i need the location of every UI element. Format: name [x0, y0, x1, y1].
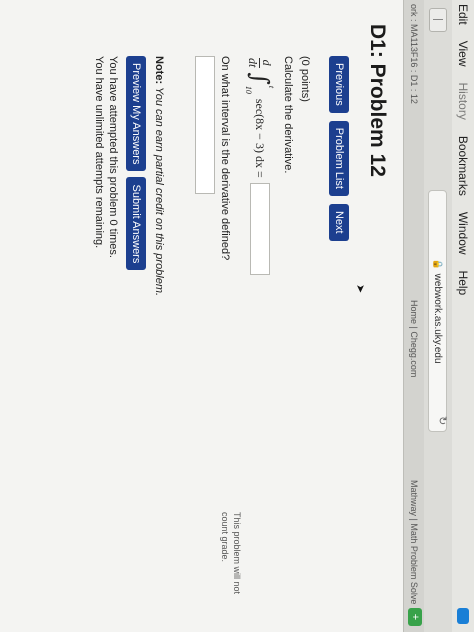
- status-icon[interactable]: [457, 608, 469, 624]
- reload-icon[interactable]: ↻: [436, 416, 449, 425]
- attempts-count: You have attempted this problem 0 times.: [107, 56, 119, 258]
- browser-toolbar: 🔒 webwork.as.uky.edu ↻: [423, 0, 452, 632]
- new-tab-icon[interactable]: +: [408, 608, 422, 626]
- cursor-icon: ➤: [354, 284, 366, 294]
- integral-sign: ∫: [246, 72, 274, 85]
- url-text: webwork.as.uky.edu: [432, 273, 443, 364]
- browser-window: Edit View History Bookmarks Window Help …: [0, 0, 474, 632]
- problem-body: (0 points) Calculate the derivative. d d…: [93, 56, 311, 486]
- menu-history[interactable]: History: [456, 82, 470, 119]
- tab-mathway[interactable]: Mathway | Math Problem Solve: [409, 480, 419, 604]
- previous-button[interactable]: Previous: [329, 56, 349, 113]
- problem-nav: Previous Problem List Next: [329, 56, 349, 241]
- answer-actions: Preview My Answers Submit Answers: [126, 56, 146, 271]
- instruction-text: Calculate the derivative.: [282, 56, 294, 174]
- interval-answer-input[interactable]: [195, 56, 215, 194]
- integral-limits: t 10: [244, 86, 276, 94]
- page-title: D1: Problem 12: [366, 24, 389, 177]
- grade-note: This problem will not count grade.: [220, 512, 242, 595]
- address-bar[interactable]: 🔒 webwork.as.uky.edu: [428, 190, 447, 432]
- attempts-info: You have attempted this problem 0 times.…: [92, 56, 120, 258]
- menu-window[interactable]: Window: [456, 212, 470, 255]
- menu-bookmarks[interactable]: Bookmarks: [456, 136, 470, 196]
- menu-edit[interactable]: Edit: [456, 4, 470, 25]
- derivative-operator: d dt: [246, 57, 275, 68]
- menu-help[interactable]: Help: [456, 271, 470, 296]
- menu-bar: Edit View History Bookmarks Window Help: [451, 0, 474, 632]
- problem-page: D1: Problem 12 Previous Problem List Nex…: [0, 0, 403, 632]
- submit-answers-button[interactable]: Submit Answers: [126, 177, 146, 271]
- derivative-answer-input[interactable]: [250, 182, 270, 275]
- interval-question: On what interval is the derivative defin…: [219, 56, 231, 261]
- upper-limit: t: [267, 85, 276, 89]
- lower-limit: 10: [244, 85, 253, 94]
- sidebar-toggle-icon[interactable]: [429, 8, 447, 32]
- problem-list-button[interactable]: Problem List: [329, 120, 349, 196]
- partial-credit-note: Note: You can earn partial credit on thi…: [153, 56, 165, 297]
- attempts-remaining: You have unlimited attempts remaining.: [93, 56, 105, 249]
- derivative-equation: d dt ∫ t 10 sec(8x − 3) dx =: [244, 56, 276, 275]
- preview-answers-button[interactable]: Preview My Answers: [126, 56, 146, 172]
- tab-strip: ork : MA113F16 : D1 : 12 Home | Chegg.co…: [403, 0, 424, 632]
- menu-view[interactable]: View: [456, 41, 470, 67]
- tab-chegg[interactable]: Home | Chegg.com: [409, 300, 419, 377]
- points-label: (0 points): [299, 56, 311, 102]
- next-button[interactable]: Next: [329, 203, 349, 241]
- integrand: sec(8x − 3) dx =: [253, 98, 268, 178]
- tab-webwork[interactable]: ork : MA113F16 : D1 : 12: [409, 4, 419, 104]
- lock-icon: 🔒: [433, 258, 443, 270]
